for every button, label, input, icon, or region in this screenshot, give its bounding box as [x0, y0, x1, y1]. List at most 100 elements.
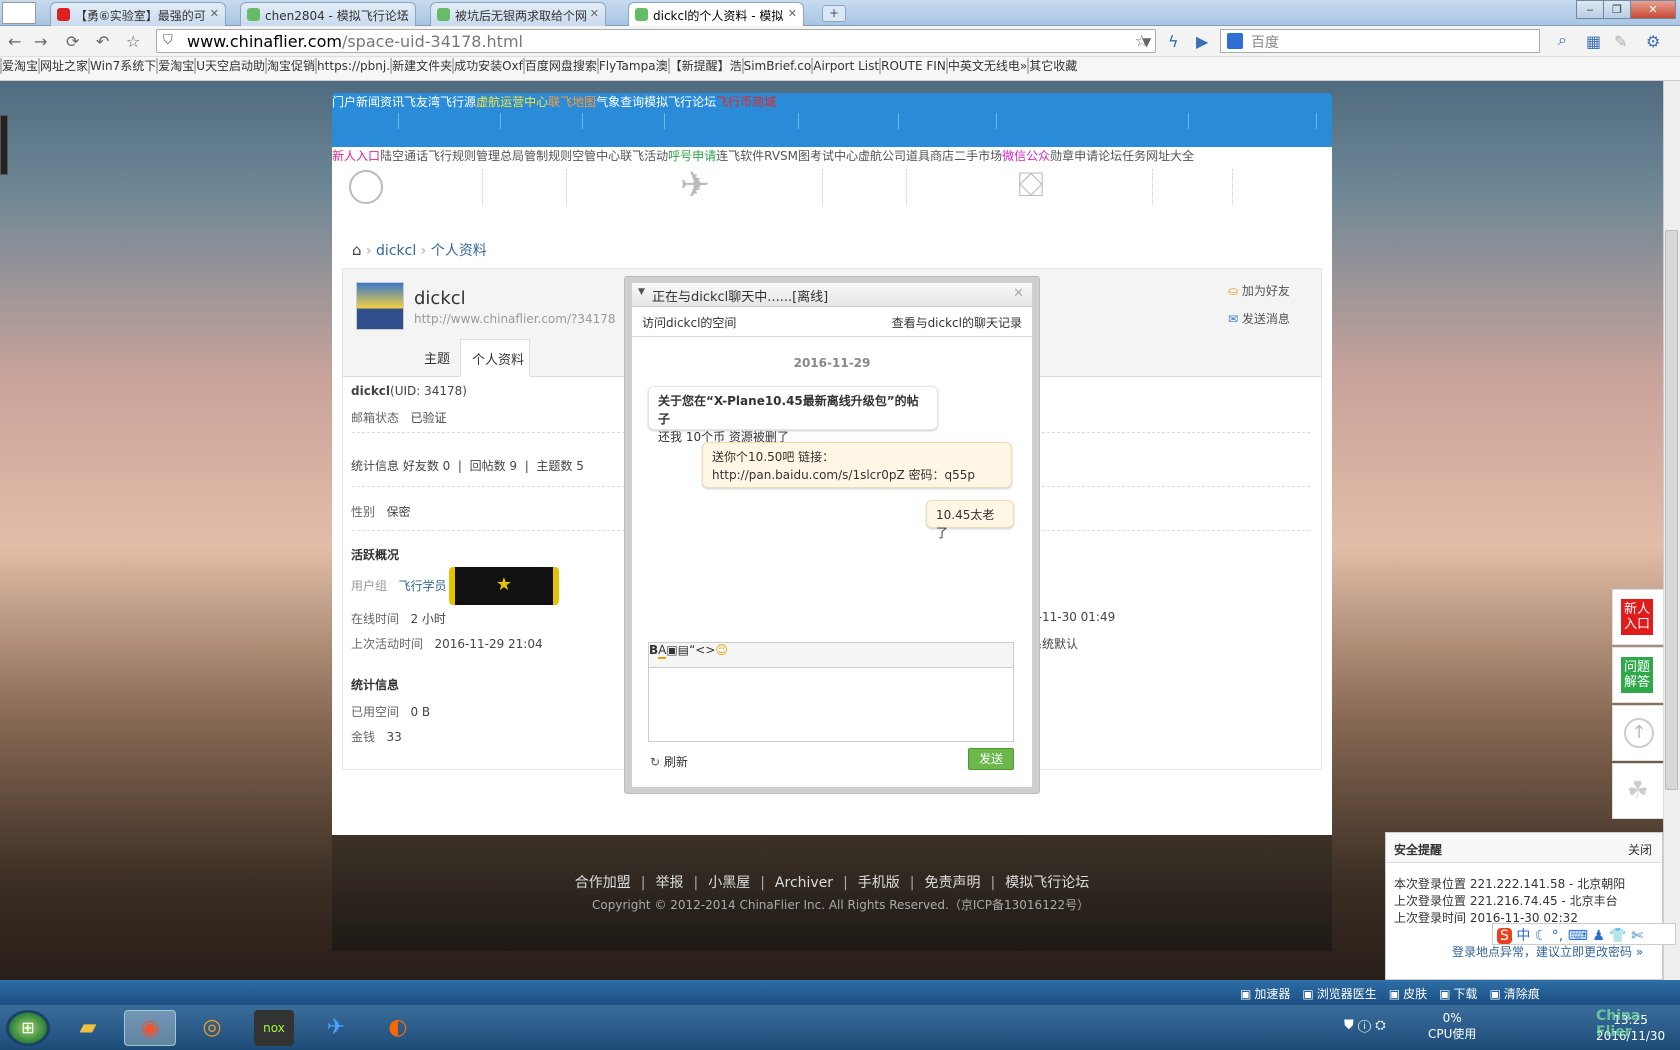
- nav-item[interactable]: 联飞地图: [548, 95, 596, 109]
- new-user-button[interactable]: 新人入口: [1621, 599, 1653, 635]
- play-icon[interactable]: ▶: [1196, 32, 1208, 51]
- nav-item[interactable]: 飞行币商城: [716, 95, 776, 109]
- image-icon[interactable]: ▣: [666, 643, 677, 657]
- search-input[interactable]: 百度 ⌕: [1220, 29, 1567, 53]
- bookmark-item[interactable]: 其它收藏: [1027, 58, 1077, 74]
- footer-link[interactable]: 举报: [655, 875, 683, 891]
- bookmark-item[interactable]: FlyTampa澳: [596, 58, 668, 74]
- qa-button[interactable]: 问题解答: [1621, 657, 1653, 693]
- subnav-link[interactable]: 考试中心: [810, 149, 858, 163]
- home-icon[interactable]: ⌂: [352, 241, 362, 259]
- subnav-link[interactable]: 联飞活动: [620, 149, 668, 163]
- nav-item[interactable]: 飞行源: [440, 95, 476, 109]
- threads-count[interactable]: 主题数 5: [536, 459, 583, 473]
- bookmark-item[interactable]: 网址之家: [38, 58, 88, 74]
- subnav-link[interactable]: 管理总局: [476, 149, 524, 163]
- close-tab-icon[interactable]: ✕: [400, 7, 409, 20]
- bookmark-item[interactable]: 百度网盘搜索: [522, 58, 597, 74]
- undo-icon[interactable]: ↶: [96, 32, 109, 51]
- notice-close[interactable]: 关闭: [1628, 841, 1652, 858]
- subnav-link[interactable]: 呼号申请: [668, 149, 716, 163]
- chat-header[interactable]: ▼ 正在与dickcl聊天中......[离线] ✕: [632, 283, 1032, 307]
- subnav-link[interactable]: 新人入口: [332, 149, 380, 163]
- firefox-icon[interactable]: ◐: [378, 1010, 418, 1046]
- visit-space-link[interactable]: 访问dickcl的空间: [642, 314, 736, 331]
- add-friend-link[interactable]: ⛀ 加为好友: [1228, 282, 1290, 299]
- tab-2[interactable]: chen2804 - 模拟飞行论坛 ✕: [240, 2, 416, 26]
- bookmark-item[interactable]: 新建文件夹: [390, 58, 452, 74]
- baidu-share-button[interactable]: ☘: [1612, 763, 1664, 819]
- star-icon[interactable]: ☆: [126, 32, 140, 51]
- status-tray-item[interactable]: ▣ 加速器: [1240, 987, 1290, 1001]
- bookmark-item[interactable]: Win7系统下: [88, 58, 156, 74]
- status-tray-item[interactable]: ▣ 皮肤: [1389, 987, 1427, 1001]
- new-tab-button[interactable]: +: [822, 5, 846, 22]
- back-icon[interactable]: ←: [8, 32, 21, 51]
- tab-threads[interactable]: 主题: [424, 348, 450, 367]
- subnav-link[interactable]: 飞行规则: [428, 149, 476, 163]
- nav-item[interactable]: 飞友湾: [404, 95, 440, 109]
- tab-profile-active[interactable]: 个人资料: [460, 339, 530, 377]
- ime-toolbar[interactable]: S 中 ☾ °, ⌨ ♟ 👕 ✄: [1492, 923, 1676, 945]
- tray-icons[interactable]: ⛊ ⓘ ⛭: [1344, 1018, 1386, 1033]
- lightning-icon[interactable]: ϟ: [1168, 32, 1179, 51]
- footer-link[interactable]: 合作加盟: [575, 875, 631, 891]
- file-explorer-icon[interactable]: ▰: [68, 1010, 108, 1046]
- subnav-link[interactable]: 网址大全: [1146, 149, 1194, 163]
- subnav-link[interactable]: 微信公众: [1002, 149, 1050, 163]
- start-button[interactable]: ⊞: [6, 1010, 50, 1046]
- footer-link[interactable]: 手机版: [858, 875, 900, 891]
- chat-history-link[interactable]: 查看与dickcl的聊天记录: [892, 314, 1022, 331]
- subnav-link[interactable]: 管制规则: [524, 149, 572, 163]
- bookmark-item[interactable]: https://pbnj.: [315, 58, 390, 74]
- subnav-link[interactable]: 空管中心: [572, 149, 620, 163]
- subnav-link[interactable]: 虚航公司: [858, 149, 906, 163]
- close-window-button[interactable]: ✕: [1630, 0, 1676, 19]
- refresh-link[interactable]: ↻ 刷新: [650, 753, 688, 770]
- bookmark-item[interactable]: 成功安装Oxf: [452, 58, 523, 74]
- uc-browser-icon[interactable]: ◎: [192, 1010, 232, 1046]
- bookmark-item[interactable]: ROUTE FIN: [879, 58, 946, 74]
- bookmark-item[interactable]: Airport List: [811, 58, 879, 74]
- tab-3[interactable]: 被坑后无银两求取给个网 ✕: [430, 2, 606, 26]
- side-qa[interactable]: 问题解答: [1612, 647, 1664, 703]
- close-tab-icon[interactable]: ✕: [788, 7, 797, 20]
- footer-link[interactable]: 小黑屋: [708, 875, 750, 891]
- message-textarea[interactable]: [648, 668, 1014, 742]
- status-tray-item[interactable]: ▣ 浏览器医生: [1302, 987, 1376, 1001]
- tools-icon[interactable]: ⚙: [1646, 32, 1660, 51]
- subnav-link[interactable]: 连飞软件: [716, 149, 764, 163]
- forward-icon[interactable]: →: [34, 32, 47, 51]
- change-password-link[interactable]: 登录地点异常，建议立即更改密码 »: [1452, 943, 1643, 960]
- profile-space-url[interactable]: http://www.chinaflier.com/?34178: [414, 312, 616, 326]
- bookmark-item[interactable]: U天空启动助: [194, 58, 265, 74]
- nav-item[interactable]: 模拟飞行论坛: [644, 95, 716, 109]
- breadcrumb-user[interactable]: dickcl: [376, 243, 416, 259]
- emoji-icon[interactable]: ☺: [715, 643, 728, 657]
- bookmark-item[interactable]: 中英文无线电: [945, 58, 1020, 74]
- friends-count[interactable]: 好友数 0: [403, 459, 450, 473]
- close-tab-icon[interactable]: ✕: [590, 7, 599, 20]
- subnav-link[interactable]: 二手市场: [954, 149, 1002, 163]
- bookmark-item[interactable]: 【新提醒】浩: [667, 58, 742, 74]
- user-group-link[interactable]: 飞行学员: [398, 579, 446, 593]
- subnav-link[interactable]: 陆空通话: [380, 149, 428, 163]
- footer-link[interactable]: 免责声明: [925, 875, 981, 891]
- nav-item[interactable]: 门户: [332, 95, 356, 109]
- tab-4-active[interactable]: dickcl的个人资料 - 模拟 ✕: [628, 2, 804, 26]
- dropdown-icon[interactable]: ▼: [1142, 35, 1151, 49]
- reload-icon[interactable]: ⟳: [66, 32, 79, 51]
- collapse-icon[interactable]: ▼: [638, 287, 645, 297]
- bookmark-item[interactable]: 淘宝促销: [265, 58, 315, 74]
- side-new-user[interactable]: 新人入口: [1612, 589, 1664, 645]
- back-to-top-button[interactable]: ↑: [1612, 705, 1664, 761]
- extension-icon[interactable]: ▦: [1586, 32, 1601, 51]
- scrollbar-thumb[interactable]: [1665, 230, 1678, 790]
- tab-1[interactable]: 【勇⑥实验室】最强的可 ✕: [50, 2, 226, 26]
- nav-item[interactable]: 新闻资讯: [356, 95, 404, 109]
- nox-icon[interactable]: nox: [254, 1010, 294, 1046]
- footer-link[interactable]: Archiver: [775, 875, 833, 891]
- search-icon[interactable]: ⌕: [1558, 30, 1567, 50]
- address-bar[interactable]: ⛉ www.chinaflier.com/space-uid-34178.htm…: [156, 29, 1156, 53]
- footer-link[interactable]: 模拟飞行论坛: [1005, 875, 1089, 891]
